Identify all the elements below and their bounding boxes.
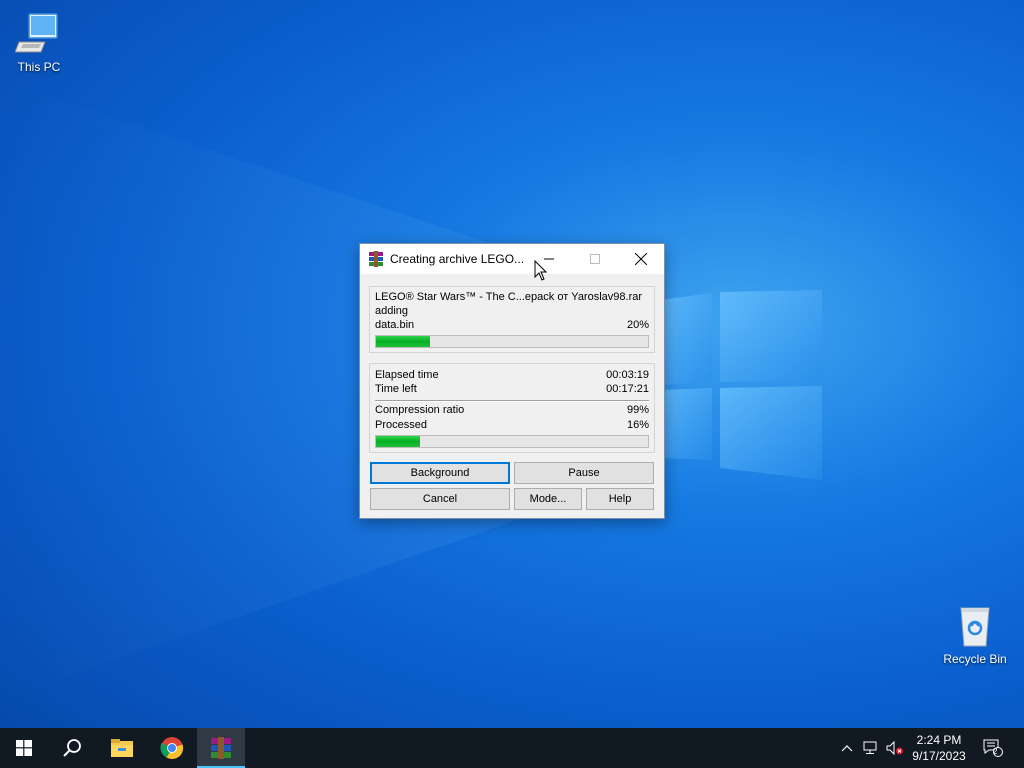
- chrome-button[interactable]: [148, 728, 196, 768]
- file-explorer-icon: [111, 739, 133, 757]
- notification-center-button[interactable]: 2: [978, 728, 1008, 768]
- desktop-icon-label: Recycle Bin: [943, 652, 1007, 666]
- search-icon: [63, 739, 81, 757]
- processed-progress-bar: [375, 435, 649, 448]
- action-label: adding: [375, 305, 409, 317]
- current-file-row: data.bin 20%: [375, 318, 649, 332]
- time-left-value: 00:17:21: [606, 383, 649, 395]
- ratio-label: Compression ratio: [375, 404, 465, 416]
- elapsed-row: Elapsed time 00:03:19: [375, 368, 649, 382]
- file-progress-panel: LEGO® Star Wars™ - The C...epack от Yaro…: [369, 286, 655, 353]
- network-icon: [863, 741, 877, 754]
- winrar-icon: [211, 737, 231, 759]
- notification-count-badge: 2: [993, 747, 998, 756]
- this-pc-icon: [14, 10, 63, 58]
- clock-time: 2:24 PM: [916, 733, 962, 747]
- background-button[interactable]: Background: [370, 462, 510, 484]
- elapsed-label: Elapsed time: [375, 369, 439, 381]
- pause-button[interactable]: Pause: [514, 462, 654, 484]
- volume-muted-icon: [886, 741, 903, 755]
- taskbar-clock[interactable]: 2:24 PM 9/17/2023: [904, 732, 974, 764]
- volume-tray-button[interactable]: [884, 728, 906, 768]
- file-progress-fill: [376, 336, 431, 347]
- maximize-icon: [590, 254, 600, 264]
- chrome-icon: [160, 737, 184, 760]
- processed-row: Processed 16%: [375, 418, 649, 432]
- cancel-button[interactable]: Cancel: [370, 488, 510, 510]
- current-file-name: data.bin: [375, 319, 415, 331]
- help-button[interactable]: Help: [586, 488, 654, 510]
- ratio-row: Compression ratio 99%: [375, 403, 649, 417]
- processed-progress-fill: [376, 436, 420, 447]
- dialog-title: Creating archive LEGO...: [390, 252, 525, 266]
- desktop-icon-label: This PC: [17, 60, 61, 74]
- file-explorer-button[interactable]: [98, 728, 146, 768]
- archive-name: LEGO® Star Wars™ - The C...epack от Yaro…: [375, 291, 643, 303]
- elapsed-value: 00:03:19: [606, 369, 649, 381]
- desktop-icon-this-pc[interactable]: This PC: [0, 10, 78, 74]
- file-percent: 20%: [626, 319, 649, 331]
- close-button[interactable]: [618, 244, 664, 274]
- start-icon: [16, 740, 32, 756]
- mouse-cursor-icon: [534, 260, 548, 281]
- desktop-icon-recycle-bin[interactable]: Recycle Bin: [936, 602, 1014, 666]
- divider: [375, 400, 649, 402]
- search-button[interactable]: [48, 728, 96, 768]
- close-icon: [635, 253, 647, 265]
- maximize-button[interactable]: [572, 244, 618, 274]
- recycle-bin-icon: [951, 602, 999, 650]
- processed-label: Processed: [375, 419, 427, 431]
- winrar-taskbar-button[interactable]: [197, 728, 245, 768]
- ratio-value: 99%: [626, 404, 649, 416]
- start-button[interactable]: [0, 728, 48, 768]
- minimize-button[interactable]: [526, 244, 572, 274]
- stats-panel: Elapsed time 00:03:19 Time left 00:17:21…: [369, 363, 655, 453]
- show-hidden-icons-button[interactable]: [836, 728, 858, 768]
- winrar-icon: [368, 251, 384, 267]
- chevron-up-icon: [841, 745, 853, 752]
- time-left-row: Time left 00:17:21: [375, 382, 649, 396]
- winrar-progress-dialog: Creating archive LEGO... LEGO® Star Wars…: [359, 243, 665, 519]
- processed-value: 16%: [626, 419, 649, 431]
- network-tray-button[interactable]: [860, 728, 882, 768]
- dialog-titlebar[interactable]: Creating archive LEGO...: [360, 244, 664, 274]
- file-progress-bar: [375, 335, 649, 348]
- clock-date: 9/17/2023: [912, 749, 966, 763]
- time-left-label: Time left: [375, 383, 417, 395]
- taskbar: 2:24 PM 9/17/2023 2: [0, 728, 1024, 768]
- mode-button[interactable]: Mode...: [514, 488, 582, 510]
